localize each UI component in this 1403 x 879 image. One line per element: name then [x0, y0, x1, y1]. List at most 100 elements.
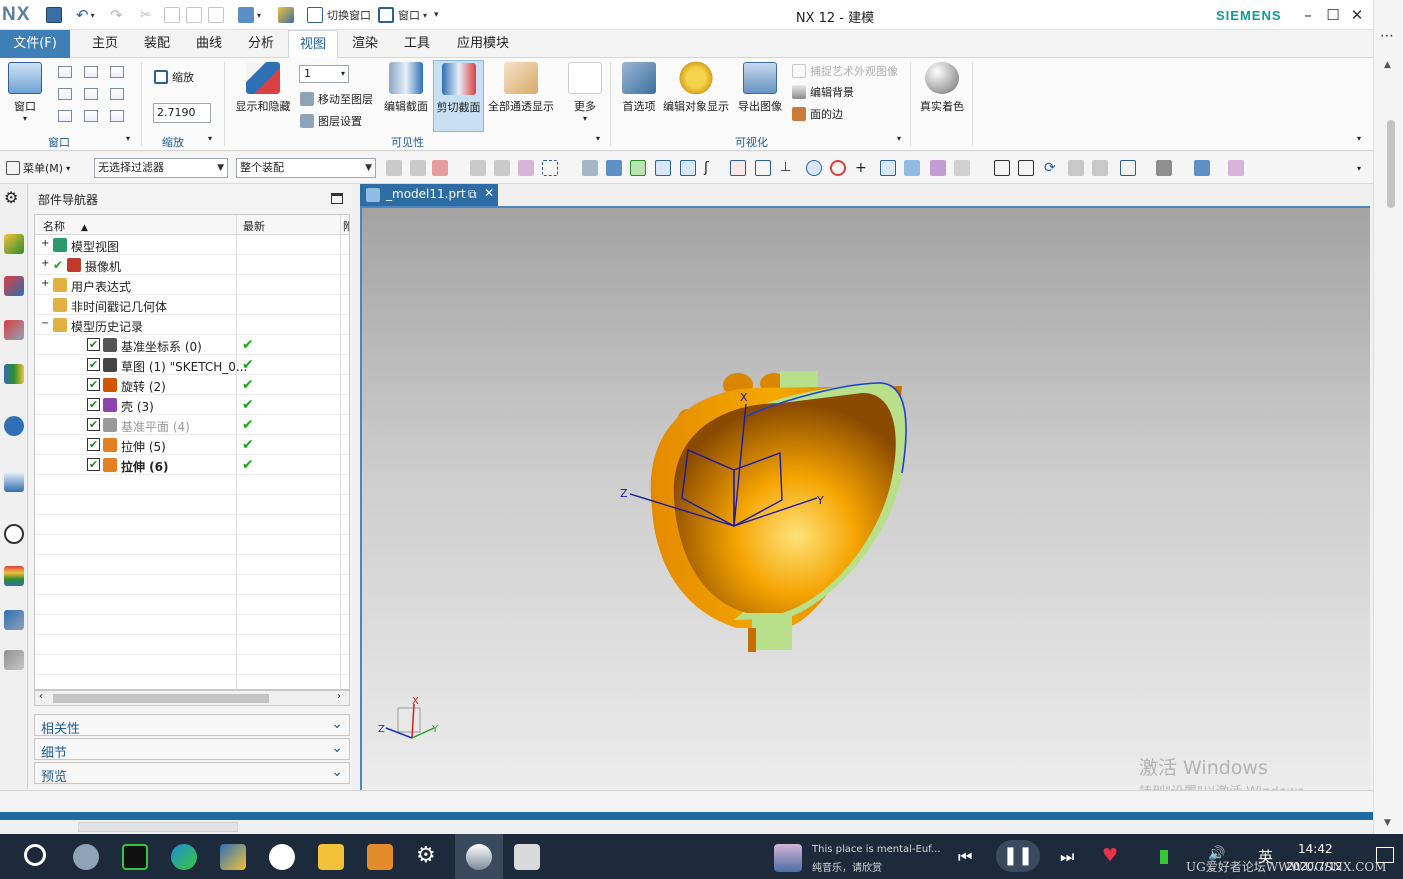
layout-six-icon[interactable]	[110, 110, 124, 122]
roles-icon[interactable]	[4, 650, 24, 670]
undo-icon[interactable]: ↶ ▾	[76, 6, 95, 24]
repeat-command-icon[interactable]: ▾	[238, 6, 261, 24]
touch-mode-icon[interactable]	[278, 6, 294, 24]
navigator-hscroll[interactable]: ‹ ›	[34, 690, 350, 706]
fit-view-icon[interactable]	[994, 160, 1010, 176]
column-name-header[interactable]: 名称 ▲	[43, 218, 88, 234]
switch-window-button[interactable]: 切换窗口	[307, 6, 371, 24]
snap-existing-point-icon[interactable]: +	[855, 160, 871, 176]
perspective-icon[interactable]	[1092, 160, 1108, 176]
scroll-up-icon[interactable]: ▲	[1384, 60, 1391, 70]
select-feature-icon[interactable]	[470, 160, 486, 176]
outer-vscroll[interactable]: ⋯ ▲ ▼	[1373, 0, 1403, 834]
show-hide-select-icon[interactable]	[582, 160, 598, 176]
snap-intersection-icon[interactable]	[730, 160, 746, 176]
tree-row[interactable]: − 模型历史记录	[35, 315, 349, 335]
tree-row[interactable]: ✔ 拉伸 (5) ✔	[35, 435, 349, 455]
visibility-checkbox[interactable]: ✔	[87, 418, 100, 431]
zoom-group-expand-icon[interactable]: ▾	[208, 134, 212, 143]
snap-arc-center-icon[interactable]	[806, 160, 822, 176]
app-icon[interactable]	[220, 844, 246, 870]
app-icon[interactable]	[122, 844, 148, 870]
expand-toggle-icon[interactable]: +	[41, 238, 49, 249]
quick-access-customize-icon[interactable]: ▾	[434, 6, 439, 24]
tab-home[interactable]: 主页	[82, 30, 128, 58]
orient-view-icon[interactable]	[1120, 160, 1136, 176]
edit-section-button[interactable]: 编辑截面	[382, 62, 430, 114]
snap-quadrant-icon[interactable]	[830, 160, 846, 176]
view-triad-icon[interactable]	[1228, 160, 1244, 176]
visibility-checkbox[interactable]: ✔	[87, 438, 100, 451]
tree-row[interactable]: + 用户表达式	[35, 275, 349, 295]
constraint-navigator-icon[interactable]	[4, 276, 24, 296]
tree-row[interactable]: ✔ 草图 (1) "SKETCH_0... ✔	[35, 355, 349, 375]
window-group-expand-icon[interactable]: ▾	[126, 134, 130, 143]
window-big-button[interactable]: 窗口 ▾	[6, 62, 44, 123]
preferences-button[interactable]: 首选项	[618, 62, 660, 114]
more-options-icon[interactable]: ⋯	[1380, 28, 1394, 44]
snap-endpoint-icon[interactable]	[630, 160, 646, 176]
zoom-view-icon[interactable]	[1018, 160, 1034, 176]
edit-background-button[interactable]: 编辑背景	[792, 84, 854, 100]
paste-icon[interactable]	[186, 6, 202, 24]
menu-button[interactable]: 菜单(M) ▾	[6, 160, 70, 176]
expand-toggle-icon[interactable]: +	[41, 258, 49, 269]
general-select-icon[interactable]	[386, 160, 402, 176]
file-explorer-icon[interactable]	[318, 844, 344, 870]
visibility-checkbox[interactable]: ✔	[87, 458, 100, 471]
expand-toggle-icon[interactable]: −	[41, 318, 49, 329]
solid-select-icon[interactable]	[606, 160, 622, 176]
history-icon[interactable]	[4, 524, 24, 544]
capture-artistic-button[interactable]: 捕捉艺术外观图像	[792, 63, 898, 79]
column-newest-header[interactable]: 最新	[243, 218, 265, 234]
graphics-window[interactable]: X Y Z X Y Z 激活 Windows 转到"设置"以激活 Windows…	[360, 206, 1370, 800]
snap-curve-icon[interactable]: ʃ	[704, 160, 720, 176]
tree-row[interactable]: ✔ 基准坐标系 (0) ✔	[35, 335, 349, 355]
layout-four-icon[interactable]	[110, 88, 124, 100]
layer-settings-button[interactable]: 图层设置	[300, 113, 362, 129]
layout-split-h-icon[interactable]	[110, 66, 124, 78]
outer-vscroll-thumb[interactable]	[1387, 120, 1395, 208]
save-icon[interactable]	[46, 6, 62, 24]
minimize-button[interactable]: –	[1297, 4, 1319, 26]
layout-single-icon[interactable]	[58, 66, 72, 78]
edit-object-display-button[interactable]: 编辑对象显示	[660, 62, 732, 114]
reuse-library-icon[interactable]	[4, 364, 24, 384]
toolbar-options-icon[interactable]: ▾	[1357, 164, 1361, 173]
all-through-button[interactable]: 全部通透显示	[486, 62, 556, 114]
render-style-icon[interactable]	[1156, 160, 1172, 176]
visibility-checkbox[interactable]: ✔	[87, 338, 100, 351]
maximize-navigator-icon[interactable]	[331, 193, 343, 204]
face-edges-button[interactable]: 面的边	[792, 106, 843, 122]
paste-special-icon[interactable]	[208, 6, 224, 24]
visibility-checkbox[interactable]: ✔	[87, 378, 100, 391]
zoom-button[interactable]: 缩放	[154, 69, 194, 85]
visibility-checkbox[interactable]: ✔	[87, 358, 100, 371]
work-layer-select[interactable]: 1 ▾	[299, 65, 349, 83]
snap-pole-icon[interactable]	[954, 160, 970, 176]
select-face-icon[interactable]	[518, 160, 534, 176]
tab-view[interactable]: 视图	[288, 30, 338, 58]
selection-scope-select[interactable]: 整个装配 ▼	[236, 158, 376, 178]
calculator-icon[interactable]	[514, 844, 540, 870]
app-icon[interactable]	[73, 844, 99, 870]
app-icon[interactable]	[269, 844, 295, 870]
settings-gear-icon[interactable]: ⚙	[416, 843, 436, 868]
select-body-icon[interactable]	[494, 160, 510, 176]
close-tab-icon[interactable]: ✕	[484, 186, 494, 200]
tab-render[interactable]: 渲染	[342, 30, 388, 58]
more-button[interactable]: 更多 ▾	[566, 62, 604, 123]
window-hscroll[interactable]	[0, 820, 1373, 834]
tree-row[interactable]: ✔ 旋转 (2) ✔	[35, 375, 349, 395]
tree-row[interactable]: ✔ 壳 (3) ✔	[35, 395, 349, 415]
tree-row[interactable]: + 模型视图	[35, 235, 349, 255]
snap-bounded-grid-icon[interactable]	[930, 160, 946, 176]
clock-time[interactable]: 14:42	[1298, 842, 1333, 856]
zoom-scale-input[interactable]: 2.7190	[153, 103, 211, 123]
close-button[interactable]: ✕	[1346, 4, 1368, 26]
dependencies-panel[interactable]: 相关性 ⌄	[34, 714, 350, 737]
selection-filter-select[interactable]: 无选择过滤器 ▼	[94, 158, 228, 178]
window-hscroll-thumb[interactable]	[78, 822, 238, 832]
snap-control-icon[interactable]	[680, 160, 696, 176]
preview-panel[interactable]: 预览 ⌄	[34, 762, 350, 785]
